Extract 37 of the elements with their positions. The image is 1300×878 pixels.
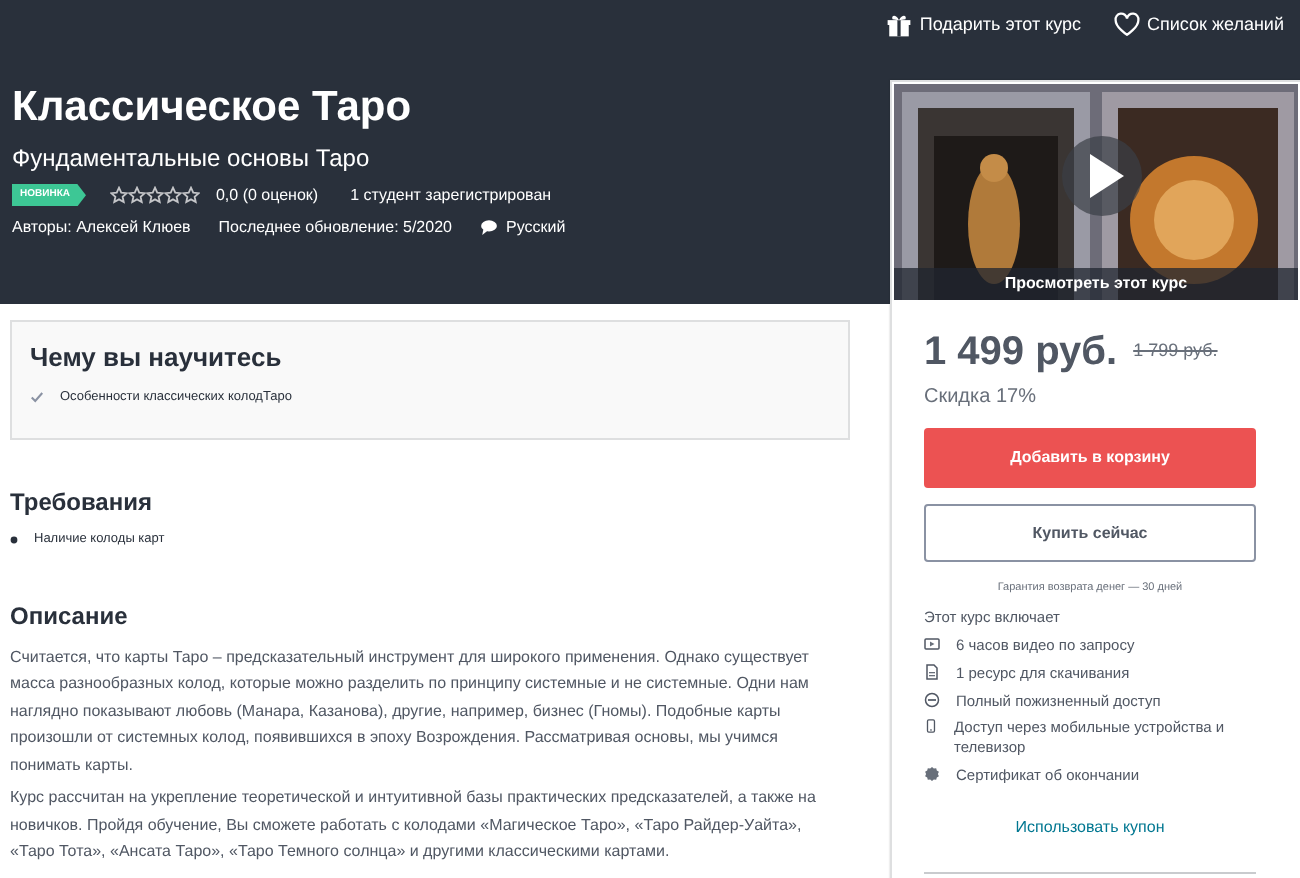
price-text: 1 499 руб.	[924, 328, 1118, 378]
language-text: Русский	[505, 215, 566, 240]
student-count: 1 студент зарегистрирован	[350, 183, 552, 208]
check-icon	[30, 389, 44, 404]
description-text: Считается, что карты Таро – предсказательный инструмент для широкого применения. Однако существует масса разнообразных колод, которые можно разделить по принципу системные и не системные. Одни нам наглядно показывают любовь (Манара, Казанова), другие, например, бизнес (Гномы). Подобные карты произошли от системных колод, появившихся в эпоху Возрождения. Рассматривая основы, мы учимся понимать карты.	[10, 645, 811, 778]
access-icon	[924, 691, 940, 707]
empty-star-icon	[145, 186, 164, 205]
course-subtitle: Фундаментальные основы Таро	[12, 141, 372, 176]
coupon-link[interactable]: Использовать купон	[1015, 817, 1165, 835]
empty-star-icon	[163, 186, 182, 205]
authors-text: Авторы: Алексей Клюев	[12, 215, 191, 240]
empty-star-icon	[127, 186, 146, 205]
chat-icon	[479, 218, 498, 237]
file-icon	[924, 663, 940, 680]
action-link[interactable]: Список желаний	[1113, 12, 1284, 39]
gift-icon	[885, 12, 912, 39]
section-heading: Чему вы научитесь	[30, 340, 282, 376]
heart-icon	[1113, 12, 1140, 39]
certificate-icon	[924, 765, 940, 782]
discount-text: Скидка 17%	[924, 384, 1038, 412]
empty-star-icon	[181, 186, 200, 205]
empty-star-icon	[109, 186, 128, 205]
section-heading: Описание	[10, 599, 128, 634]
old-price: 1 799 руб.	[1133, 338, 1218, 365]
video-icon	[924, 636, 940, 652]
preview-caption: Просмотреть этот курс	[1002, 272, 1190, 296]
course-title: Классическое Таро	[12, 83, 414, 130]
add-to-cart-button[interactable]: Добавить в корзину	[924, 428, 1256, 488]
action-link[interactable]: Подарить этот курс	[885, 12, 1082, 39]
bullet-icon	[10, 535, 18, 544]
buy-now-button[interactable]: Купить сейчас	[924, 504, 1256, 562]
description-text: Курс рассчитан на укрепление теоретической и интуитивной базы практических предсказателей, а также на новичков. Пройдя обучение, Вы сможете работать с колодами «Магическое Таро», «Таро Райдер-Уайта», «Таро Тота», «Ансата Таро», «Таро Темного солнца» и другими классическими картами.	[10, 786, 818, 865]
section-heading: Требования	[10, 486, 152, 520]
update-date: Последнее обновление: 5/2020	[218, 215, 452, 240]
play-button[interactable]	[1062, 136, 1142, 216]
phone-icon	[924, 718, 938, 735]
rating-text: 0,0 (0 оценок)	[215, 183, 319, 208]
